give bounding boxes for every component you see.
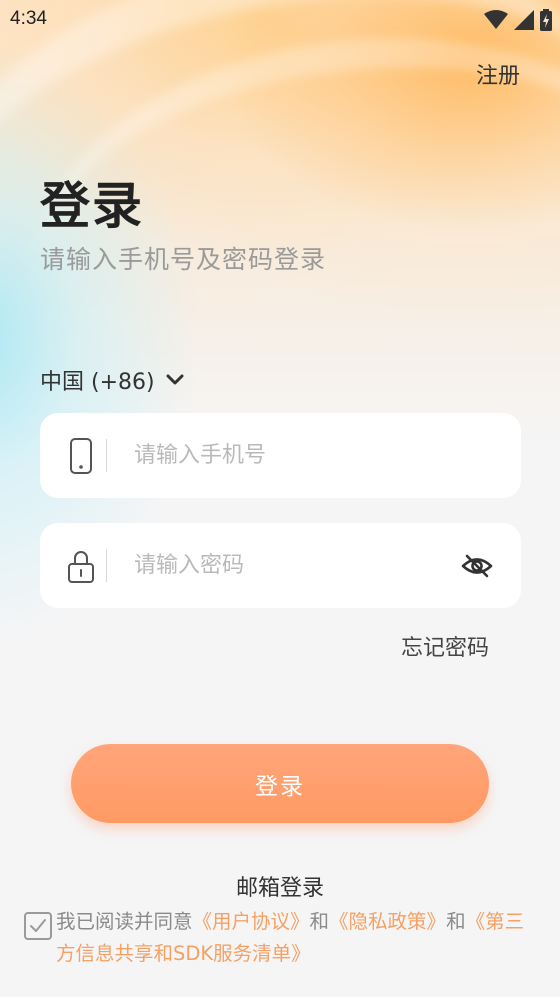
input-divider <box>106 549 107 582</box>
phone-input[interactable] <box>134 433 434 478</box>
status-time: 4:34 <box>10 8 47 29</box>
wifi-icon <box>484 10 508 29</box>
password-input[interactable] <box>134 543 434 588</box>
status-bar: 4:34 <box>0 0 560 40</box>
lock-icon <box>68 551 94 583</box>
page-subtitle: 请输入手机号及密码登录 <box>40 245 327 274</box>
email-login-link[interactable]: 邮箱登录 <box>0 870 560 902</box>
agreement-and: 和 <box>446 910 466 933</box>
agreement-text: 我已阅读并同意《用户协议》和《隐私政策》和《第三方信息共享和SDK服务清单》 <box>56 906 534 970</box>
login-screen: 4:34 注册 登录 请输入手机号及密码登录 中国 (+86) 请输入手机号 忘… <box>0 0 560 997</box>
country-code-label: 中国 (+86) <box>40 370 155 395</box>
cellular-signal-icon <box>514 10 534 30</box>
eye-off-icon[interactable] <box>461 552 493 580</box>
agreement-and: 和 <box>309 910 330 933</box>
country-code-selector[interactable]: 中国 (+86) <box>40 364 185 396</box>
login-button[interactable]: 登录 <box>71 744 489 823</box>
agreement-checkbox[interactable] <box>24 912 52 940</box>
phone-icon <box>70 438 92 474</box>
forgot-password-link[interactable]: 忘记密码 <box>401 630 489 662</box>
battery-icon <box>540 9 552 31</box>
agreement-prefix: 我已阅读并同意 <box>56 910 193 933</box>
page-title: 登录 <box>40 177 144 235</box>
phone-input-card <box>40 413 521 498</box>
status-icons <box>484 9 552 31</box>
privacy-policy-link[interactable]: 《隐私政策》 <box>329 910 446 933</box>
check-icon <box>30 919 46 932</box>
password-input-card <box>40 523 521 608</box>
user-agreement-link[interactable]: 《用户协议》 <box>193 910 310 933</box>
input-divider <box>106 439 107 472</box>
register-link[interactable]: 注册 <box>476 58 520 90</box>
chevron-down-icon <box>166 374 184 385</box>
